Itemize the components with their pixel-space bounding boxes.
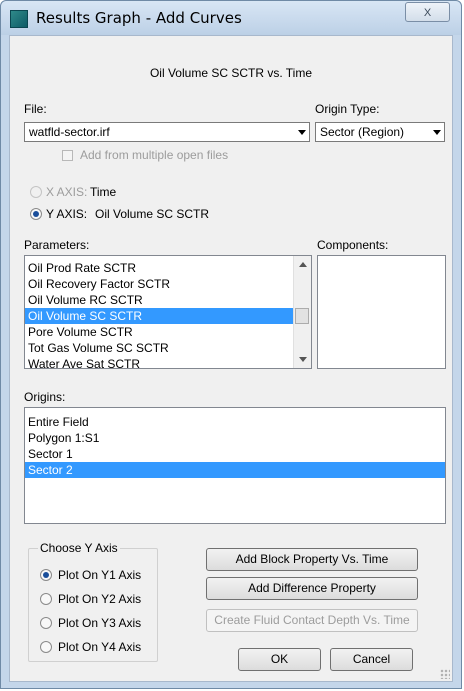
scroll-thumb[interactable] (295, 308, 309, 324)
parameters-scrollbar[interactable] (293, 256, 311, 368)
y1-axis-label: Plot On Y1 Axis (58, 568, 142, 582)
multiple-open-files-label: Add from multiple open files (80, 148, 229, 162)
list-item-selected[interactable]: Sector 2 (25, 462, 445, 478)
multiple-open-files-checkbox[interactable] (62, 150, 73, 161)
add-block-property-button[interactable]: Add Block Property Vs. Time (206, 548, 418, 571)
file-label: File: (24, 102, 47, 116)
list-item[interactable]: Pore Volume SCTR (25, 324, 311, 340)
y3-axis-label: Plot On Y3 Axis (58, 616, 142, 630)
list-item[interactable]: Water Ave Sat SCTR (25, 356, 311, 368)
origin-type-select[interactable]: Sector (Region) (315, 122, 445, 142)
close-button[interactable]: X (405, 2, 450, 22)
y2-axis-label: Plot On Y2 Axis (58, 592, 142, 606)
y-axis-value: Oil Volume SC SCTR (95, 207, 210, 221)
app-icon (10, 10, 28, 28)
parameters-label: Parameters: (24, 238, 90, 252)
title-bar[interactable]: Results Graph - Add Curves X (1, 1, 461, 35)
origin-type-value: Sector (Region) (320, 125, 405, 139)
chevron-down-icon (298, 130, 306, 135)
components-label: Components: (317, 238, 389, 252)
origins-label: Origins: (24, 390, 66, 404)
y-axis-label: Y AXIS: (46, 207, 88, 221)
resize-grip-icon[interactable] (440, 669, 450, 679)
scroll-up-icon[interactable] (299, 262, 307, 267)
x-axis-label: X AXIS: (46, 185, 88, 199)
list-item[interactable]: Tot Gas Volume SC SCTR (25, 340, 311, 356)
y4-axis-label: Plot On Y4 Axis (58, 640, 142, 654)
list-item[interactable]: Polygon 1:S1 (25, 430, 445, 446)
add-difference-property-button[interactable]: Add Difference Property (206, 577, 418, 600)
list-item[interactable]: Entire Field (25, 414, 445, 430)
y3-axis-radio[interactable] (40, 617, 52, 629)
parameters-list[interactable]: Oil Prod Rate SCTR Oil Recovery Factor S… (24, 255, 312, 369)
y2-axis-radio[interactable] (40, 593, 52, 605)
x-axis-value: Time (90, 185, 117, 199)
y-axis-radio[interactable] (30, 208, 42, 220)
list-item[interactable]: Oil Volume RC SCTR (25, 292, 311, 308)
file-select-value: watfld-sector.irf (29, 125, 110, 139)
scroll-down-icon[interactable] (299, 357, 307, 362)
list-item[interactable]: Oil Recovery Factor SCTR (25, 276, 311, 292)
file-select[interactable]: watfld-sector.irf (24, 122, 310, 142)
x-axis-radio[interactable] (30, 186, 42, 198)
dialog-window: Results Graph - Add Curves X Oil Volume … (0, 0, 462, 689)
chevron-down-icon (433, 130, 441, 135)
create-fluid-contact-button[interactable]: Create Fluid Contact Depth Vs. Time (206, 609, 418, 632)
close-icon: X (423, 7, 432, 19)
dialog-body: Oil Volume SC SCTR vs. Time File: watfld… (9, 35, 453, 682)
list-item-selected[interactable]: Oil Volume SC SCTR (25, 308, 311, 324)
components-list[interactable] (317, 255, 446, 369)
y1-axis-radio[interactable] (40, 569, 52, 581)
list-item[interactable]: Sector 1 (25, 446, 445, 462)
list-item[interactable]: Oil Prod Rate SCTR (25, 260, 311, 276)
ok-button[interactable]: OK (238, 648, 321, 671)
window-title: Results Graph - Add Curves (36, 9, 242, 27)
origin-type-label: Origin Type: (315, 102, 380, 116)
origins-list[interactable]: Entire Field Polygon 1:S1 Sector 1 Secto… (24, 407, 446, 524)
choose-y-axis-title: Choose Y Axis (38, 541, 120, 555)
y4-axis-radio[interactable] (40, 641, 52, 653)
graph-title: Oil Volume SC SCTR vs. Time (149, 66, 313, 80)
cancel-button[interactable]: Cancel (330, 648, 413, 671)
